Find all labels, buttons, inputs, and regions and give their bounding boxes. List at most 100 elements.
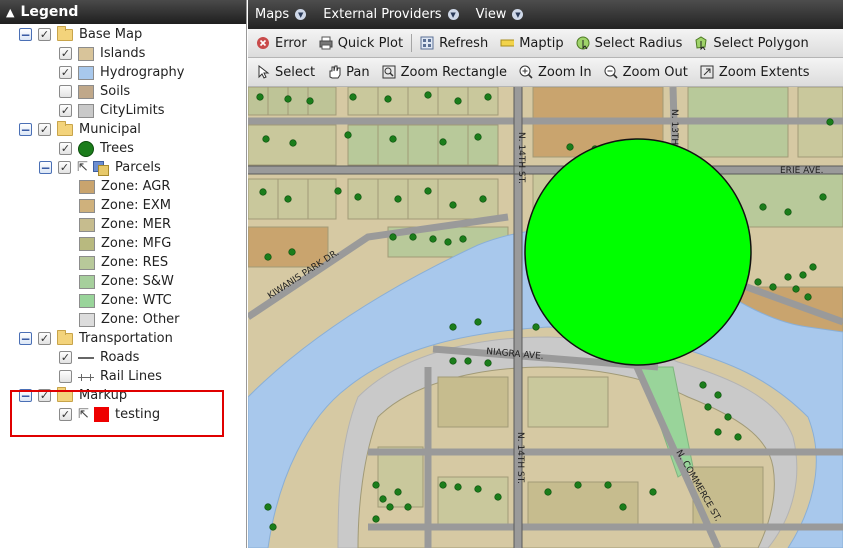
legend-group-base-map[interactable]: − ✓ Base Map (19, 25, 142, 44)
checkbox-base-map[interactable]: ✓ (38, 28, 51, 41)
pointer-icon (256, 65, 270, 79)
select-radius-button[interactable]: Select Radius (576, 36, 682, 51)
select-polygon-button[interactable]: Select Polygon (694, 35, 809, 51)
zoom-rectangle-label: Zoom Rectangle (400, 64, 507, 80)
maptip-icon (500, 36, 515, 50)
zoom-out-icon (604, 65, 618, 79)
pan-button[interactable]: Pan (327, 65, 370, 80)
legend-layer-islands[interactable]: ✓ Islands (59, 44, 145, 63)
refresh-button[interactable]: Refresh (420, 36, 488, 51)
selection-radius-circle[interactable] (524, 138, 752, 366)
zoom-in-icon (519, 65, 533, 79)
menu-maps[interactable]: Maps ▼ (255, 7, 307, 22)
zone-swatch-icon (79, 217, 95, 232)
legend-group-transportation[interactable]: − ✓ Transportation (19, 329, 173, 348)
zoom-out-button[interactable]: Zoom Out (604, 65, 688, 80)
tree-symbol-icon (78, 140, 94, 157)
menu-external-providers[interactable]: External Providers ▼ (323, 7, 459, 22)
legend-zone-wtc: Zone: WTC (79, 291, 172, 310)
checkbox-hydrography[interactable]: ✓ (59, 66, 72, 79)
collapse-toggle-icon[interactable]: − (39, 161, 52, 174)
legend-zone-res: Zone: RES (79, 253, 168, 272)
maptip-button[interactable]: Maptip (500, 35, 564, 51)
menu-label: External Providers (323, 7, 442, 22)
legend-layer-citylimits[interactable]: ✓ CityLimits (59, 101, 164, 120)
legend-label: Zone: MER (101, 217, 172, 232)
zone-swatch-icon (79, 198, 95, 213)
quick-plot-button[interactable]: Quick Plot (319, 36, 403, 51)
legend-zone-sw: Zone: S&W (79, 272, 174, 291)
collapse-toggle-icon[interactable]: − (19, 28, 32, 41)
islands-swatch-icon (78, 46, 94, 61)
zoom-extents-icon (700, 65, 714, 79)
legend-title: Legend (20, 4, 79, 20)
rail-line-icon (78, 372, 94, 382)
checkbox-transportation[interactable]: ✓ (38, 332, 51, 345)
zoom-extents-button[interactable]: Zoom Extents (700, 65, 810, 80)
legend-zone-mer: Zone: MER (79, 215, 171, 234)
checkbox-roads[interactable]: ✓ (59, 351, 72, 364)
error-label: Error (275, 35, 307, 51)
legend-zone-exm: Zone: EXM (79, 196, 171, 215)
menu-label: View (475, 7, 507, 22)
legend-layer-soils[interactable]: Soils (59, 82, 130, 101)
refresh-label: Refresh (439, 35, 489, 51)
checkbox-parcels[interactable]: ✓ (58, 161, 71, 174)
legend-label: Hydrography (100, 65, 185, 80)
citylimits-swatch-icon (78, 103, 94, 118)
legend-label: Islands (100, 46, 146, 61)
error-icon (256, 36, 270, 50)
folder-icon (57, 329, 73, 345)
legend-layer-trees[interactable]: ✓ Trees (59, 139, 134, 158)
map-canvas[interactable]: N. 14TH ST. N. 13TH ST. ERIE AVE. KIWANI… (248, 87, 843, 548)
legend-zone-mfg: Zone: MFG (79, 234, 171, 253)
checkbox-municipal[interactable]: ✓ (38, 123, 51, 136)
map-svg[interactable]: N. 14TH ST. N. 13TH ST. ERIE AVE. KIWANI… (248, 87, 843, 548)
checkbox-soils[interactable] (59, 85, 72, 98)
zoom-extents-label: Zoom Extents (718, 64, 810, 80)
legend-label: Trees (100, 141, 134, 156)
legend-label: Zone: MFG (101, 236, 172, 251)
quick-plot-label: Quick Plot (337, 35, 404, 51)
legend-layer-rail-lines[interactable]: Rail Lines (59, 367, 162, 386)
legend-panel: ▲ Legend − ✓ Base Map ✓ Islands ✓ Hydrog… (0, 0, 247, 548)
maptip-label: Maptip (519, 35, 564, 51)
road-line-icon (78, 356, 94, 359)
menu-bar: Maps ▼ External Providers ▼ View ▼ (248, 0, 843, 29)
checkbox-trees[interactable]: ✓ (59, 142, 72, 155)
refresh-icon (420, 36, 434, 50)
select-button[interactable]: Select (256, 65, 315, 80)
legend-label: Base Map (79, 27, 143, 42)
error-button[interactable]: Error (256, 36, 307, 51)
street-label: N. 14TH ST. (515, 432, 525, 484)
legend-layer-parcels[interactable]: − ✓ ⇱ Parcels (39, 158, 161, 177)
zoom-rectangle-icon (382, 65, 396, 79)
collapse-caret-icon[interactable]: ▲ (6, 6, 14, 19)
chevron-down-icon: ▼ (295, 9, 307, 20)
menu-view[interactable]: View ▼ (476, 7, 524, 22)
legend-layer-hydrography[interactable]: ✓ Hydrography (59, 63, 184, 82)
collapse-toggle-icon[interactable]: − (19, 332, 32, 345)
zone-swatch-icon (79, 274, 95, 289)
legend-label: Parcels (115, 160, 161, 175)
legend-header[interactable]: ▲ Legend (0, 0, 246, 24)
collapse-toggle-icon[interactable]: − (19, 123, 32, 136)
legend-label: CityLimits (100, 103, 165, 118)
legend-group-municipal[interactable]: − ✓ Municipal (19, 120, 141, 139)
legend-label: Zone: RES (101, 255, 169, 270)
checkbox-islands[interactable]: ✓ (59, 47, 72, 60)
select-polygon-icon (694, 36, 708, 50)
select-polygon-label: Select Polygon (713, 35, 809, 51)
legend-layer-roads[interactable]: ✓ Roads (59, 348, 139, 367)
zoom-out-label: Zoom Out (622, 64, 688, 80)
zoom-in-button[interactable]: Zoom In (519, 65, 592, 80)
legend-label: Municipal (79, 122, 141, 137)
printer-icon (319, 36, 333, 50)
legend-label: Zone: S&W (101, 274, 174, 289)
toolbar-actions: Error Quick Plot Refresh Maptip Select R… (248, 29, 843, 58)
legend-label: Transportation (79, 331, 173, 346)
zoom-rectangle-button[interactable]: Zoom Rectangle (382, 65, 507, 80)
legend-label: Zone: AGR (101, 179, 171, 194)
checkbox-citylimits[interactable]: ✓ (59, 104, 72, 117)
checkbox-rail-lines[interactable] (59, 370, 72, 383)
